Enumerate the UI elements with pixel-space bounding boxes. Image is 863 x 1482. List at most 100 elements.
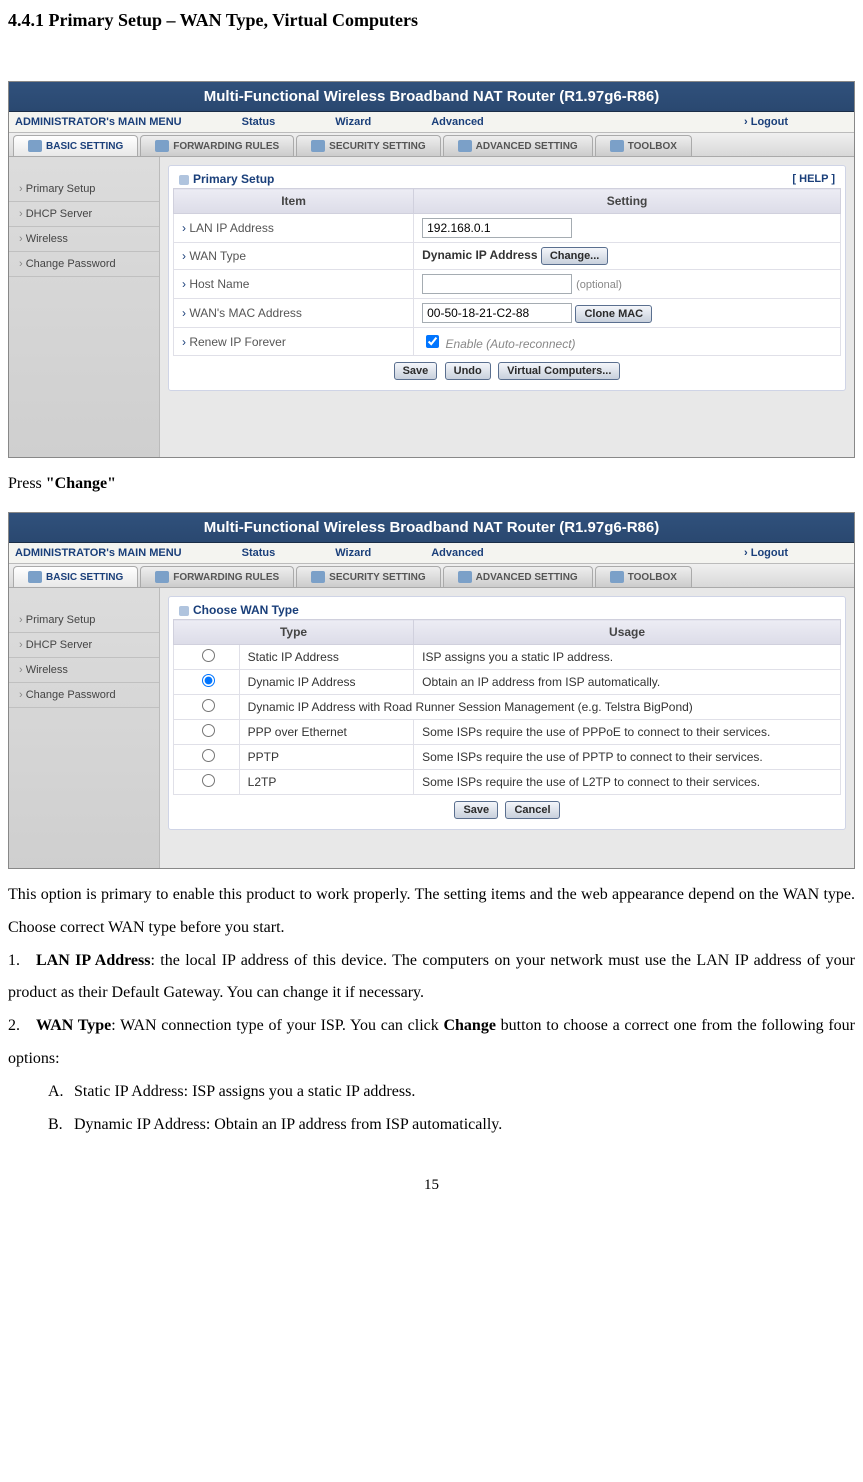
wan-radio-dynamic[interactable] xyxy=(202,674,215,687)
primary-setup-panel: Primary Setup [ HELP ] Item Setting LAN … xyxy=(168,165,846,391)
tab-security-setting[interactable]: SECURITY SETTING xyxy=(296,135,441,156)
sidebar-item-dhcp-server[interactable]: DHCP Server xyxy=(9,202,159,227)
page-number: 15 xyxy=(8,1177,855,1194)
wan-type-dynamic: Dynamic IP Address xyxy=(239,670,413,695)
wan-cancel-button[interactable]: Cancel xyxy=(505,801,559,819)
security-icon-2 xyxy=(311,571,325,583)
sidebar-item-primary-setup[interactable]: Primary Setup xyxy=(9,177,159,202)
security-icon xyxy=(311,140,325,152)
wan-radio-static[interactable] xyxy=(202,649,215,662)
panel-title-icon xyxy=(179,175,189,185)
row-wan-mac-label: WAN's MAC Address xyxy=(174,299,414,328)
wan-usage-pptp: Some ISPs require the use of PPTP to con… xyxy=(414,745,841,770)
list-sub-b: B.Dynamic IP Address: Obtain an IP addre… xyxy=(48,1109,855,1142)
basic-setting-icon-2 xyxy=(28,571,42,583)
wan-button-row: Save Cancel xyxy=(173,795,841,825)
menu-advanced-2[interactable]: Advanced xyxy=(431,547,484,559)
tab-basic-setting[interactable]: BASIC SETTING xyxy=(13,135,138,156)
th-setting: Setting xyxy=(414,189,841,214)
sidebar-item-dhcp-server-2[interactable]: DHCP Server xyxy=(9,633,159,658)
menu-logout[interactable]: Logout xyxy=(751,116,788,128)
th-item: Item xyxy=(174,189,414,214)
sidebar-item-change-password-2[interactable]: Change Password xyxy=(9,683,159,708)
menu-status[interactable]: Status xyxy=(242,116,276,128)
row-lan-ip-label: LAN IP Address xyxy=(174,214,414,243)
menu-logout-2[interactable]: Logout xyxy=(751,547,788,559)
basic-setting-icon xyxy=(28,140,42,152)
tab-security-setting-2[interactable]: SECURITY SETTING xyxy=(296,566,441,587)
renew-ip-note: Enable (Auto-reconnect) xyxy=(445,337,575,351)
undo-button[interactable]: Undo xyxy=(445,362,491,380)
menu-advanced[interactable]: Advanced xyxy=(431,116,484,128)
menu-wizard-2[interactable]: Wizard xyxy=(335,547,371,559)
th-type: Type xyxy=(174,620,414,645)
choose-wan-type-panel: Choose WAN Type Type Usage Static IP Add… xyxy=(168,596,846,830)
advanced-icon-2 xyxy=(458,571,472,583)
panel-title-icon-2 xyxy=(179,606,189,616)
numbered-list: 1.LAN IP Address: the local IP address o… xyxy=(8,945,855,1142)
wan-radio-dynamic-rr[interactable] xyxy=(202,699,215,712)
tab-toolbox-2[interactable]: TOOLBOX xyxy=(595,566,692,587)
virtual-computers-button[interactable]: Virtual Computers... xyxy=(498,362,620,380)
row-host-name-label: Host Name xyxy=(174,270,414,299)
wan-radio-pptp[interactable] xyxy=(202,749,215,762)
menu-wizard[interactable]: Wizard xyxy=(335,116,371,128)
primary-button-row: Save Undo Virtual Computers... xyxy=(173,356,841,386)
menu-main[interactable]: ADMINISTRATOR's MAIN MENU xyxy=(15,116,182,128)
sidebar-item-primary-setup-2[interactable]: Primary Setup xyxy=(9,608,159,633)
router-tabbar-2: BASIC SETTING FORWARDING RULES SECURITY … xyxy=(9,564,854,588)
change-button[interactable]: Change... xyxy=(541,247,609,265)
wan-type-table: Type Usage Static IP Address ISP assigns… xyxy=(173,619,841,795)
router-sidebar: Primary Setup DHCP Server Wireless Chang… xyxy=(9,157,160,457)
tab-basic-setting-2[interactable]: BASIC SETTING xyxy=(13,566,138,587)
row-wan-type-label: WAN Type xyxy=(174,243,414,270)
body-paragraph: This option is primary to enable this pr… xyxy=(8,879,855,945)
save-button[interactable]: Save xyxy=(394,362,438,380)
lan-ip-input[interactable] xyxy=(422,218,572,238)
wan-usage-static: ISP assigns you a static IP address. xyxy=(414,645,841,670)
row-renew-ip-label: Renew IP Forever xyxy=(174,328,414,356)
tab-advanced-setting[interactable]: ADVANCED SETTING xyxy=(443,135,593,156)
section-heading: 4.4.1 Primary Setup – WAN Type, Virtual … xyxy=(8,10,855,31)
toolbox-icon xyxy=(610,140,624,152)
sidebar-item-change-password[interactable]: Change Password xyxy=(9,252,159,277)
router-tabbar: BASIC SETTING FORWARDING RULES SECURITY … xyxy=(9,133,854,157)
wan-usage-dynamic: Obtain an IP address from ISP automatica… xyxy=(414,670,841,695)
press-change-instruction: Press "Change" xyxy=(8,468,855,500)
host-name-optional: (optional) xyxy=(576,279,622,291)
list-item-1: 1.LAN IP Address: the local IP address o… xyxy=(8,945,855,1011)
forwarding-icon xyxy=(155,140,169,152)
sidebar-item-wireless-2[interactable]: Wireless xyxy=(9,658,159,683)
router-header: Multi-Functional Wireless Broadband NAT … xyxy=(9,82,854,112)
wan-save-button[interactable]: Save xyxy=(454,801,498,819)
router-header-2: Multi-Functional Wireless Broadband NAT … xyxy=(9,513,854,543)
panel-title: Primary Setup xyxy=(193,172,274,186)
wan-radio-l2tp[interactable] xyxy=(202,774,215,787)
advanced-icon xyxy=(458,140,472,152)
menu-status-2[interactable]: Status xyxy=(242,547,276,559)
tab-toolbox[interactable]: TOOLBOX xyxy=(595,135,692,156)
wan-type-static: Static IP Address xyxy=(239,645,413,670)
list-item-2: 2.WAN Type: WAN connection type of your … xyxy=(8,1010,855,1076)
wan-type-l2tp: L2TP xyxy=(239,770,413,795)
wan-mac-input[interactable] xyxy=(422,303,572,323)
panel-title-2: Choose WAN Type xyxy=(193,603,299,617)
list-sub-a: A.Static IP Address: ISP assigns you a s… xyxy=(48,1076,855,1109)
tab-forwarding-rules-2[interactable]: FORWARDING RULES xyxy=(140,566,294,587)
menu-main-2[interactable]: ADMINISTRATOR's MAIN MENU xyxy=(15,547,182,559)
wan-radio-pppoe[interactable] xyxy=(202,724,215,737)
th-usage: Usage xyxy=(414,620,841,645)
clone-mac-button[interactable]: Clone MAC xyxy=(575,305,652,323)
tab-forwarding-rules[interactable]: FORWARDING RULES xyxy=(140,135,294,156)
tab-advanced-setting-2[interactable]: ADVANCED SETTING xyxy=(443,566,593,587)
forwarding-icon-2 xyxy=(155,571,169,583)
host-name-input[interactable] xyxy=(422,274,572,294)
primary-setup-table: Item Setting LAN IP Address WAN Type Dyn… xyxy=(173,188,841,356)
renew-ip-checkbox[interactable] xyxy=(426,335,439,348)
router-sidebar-2: Primary Setup DHCP Server Wireless Chang… xyxy=(9,588,160,868)
toolbox-icon-2 xyxy=(610,571,624,583)
sidebar-item-wireless[interactable]: Wireless xyxy=(9,227,159,252)
help-link[interactable]: [ HELP ] xyxy=(792,173,835,185)
router-menubar-2: ADMINISTRATOR's MAIN MENU Status Wizard … xyxy=(9,543,854,564)
wan-type-pppoe: PPP over Ethernet xyxy=(239,720,413,745)
